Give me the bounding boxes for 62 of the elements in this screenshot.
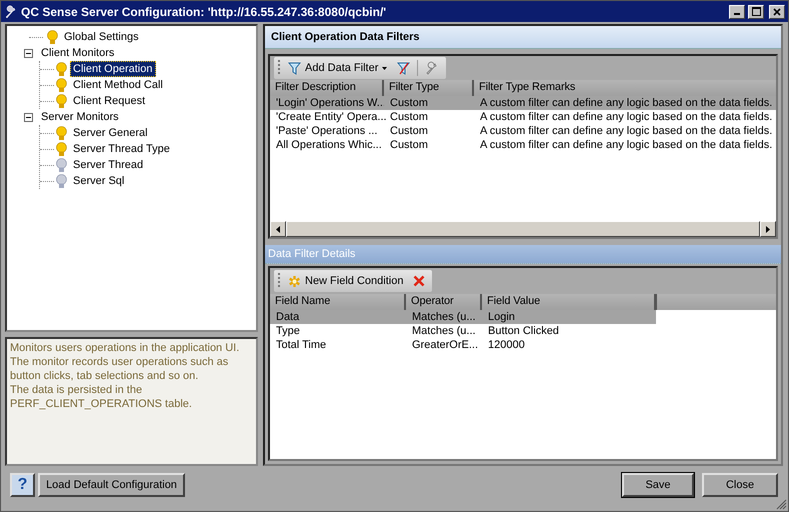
save-button[interactable]: Save xyxy=(622,473,694,497)
funnel-slashed-icon xyxy=(397,62,410,74)
wrench-icon xyxy=(425,61,440,75)
add-data-filter-button[interactable]: Add Data Filter xyxy=(285,58,390,78)
table-cell-text: 'Create Entity' Opera... xyxy=(275,110,384,124)
tree-item[interactable]: Server Thread Type xyxy=(70,141,173,157)
tree-item[interactable]: Client Method Call xyxy=(70,77,166,93)
minimize-button[interactable] xyxy=(729,4,745,18)
close-dialog-button[interactable]: Close xyxy=(702,473,778,497)
horizontal-scrollbar[interactable] xyxy=(270,221,776,237)
tree-item[interactable]: Server General xyxy=(70,125,151,141)
panel-title: Client Operation Data Filters xyxy=(265,26,781,49)
tree-item[interactable]: Client Request xyxy=(70,93,148,109)
table-cell: Login xyxy=(482,310,656,324)
window-title: QC Sense Server Configuration: 'http://16.55.247.36:8080/qcbin/' xyxy=(21,4,388,18)
funnel-icon xyxy=(288,62,301,74)
table-cell-text: Type xyxy=(275,324,301,338)
table-cell-text: GreaterOrE... xyxy=(411,338,480,352)
caret-icon xyxy=(382,66,388,70)
tree-item[interactable]: Server Monitors xyxy=(38,109,122,125)
close-icon xyxy=(773,8,781,16)
toolbar-grip-icon xyxy=(278,59,281,77)
table-cell-text: 'Paste' Operations ... xyxy=(275,124,378,138)
description-text: Monitors users operations in the application UI. xyxy=(10,341,240,355)
table-cell-text: Custom xyxy=(389,110,429,124)
collapse-toggle[interactable] xyxy=(24,112,33,122)
table-cell-text: A custom filter can define any logic based on the data fields. xyxy=(479,110,774,124)
table-cell-text: Custom xyxy=(389,124,429,138)
table-cell: 'Login' Operations W... xyxy=(270,96,384,110)
table-cell-text: A custom filter can define any logic based on the data fields. xyxy=(479,138,774,152)
close-button[interactable] xyxy=(769,4,785,18)
tree-item[interactable]: Client Monitors xyxy=(38,45,118,61)
wrench-icon xyxy=(4,4,18,18)
collapse-toggle[interactable] xyxy=(24,48,33,58)
left-arrow-icon xyxy=(276,226,280,232)
table-cell: Matches (u... xyxy=(406,310,482,324)
table-cell: Data xyxy=(270,310,406,324)
toolbar-grip-icon xyxy=(278,272,281,290)
panel-title: Data Filter Details xyxy=(265,245,781,264)
table-cell-text: Button Clicked xyxy=(487,324,560,338)
tree-item[interactable]: Global Settings xyxy=(61,29,142,45)
asterisk-icon xyxy=(288,274,301,288)
tree-item[interactable]: Client Operation xyxy=(70,61,156,77)
description-text: The monitor records user operations such as button clicks, tab selections and so on. xyxy=(10,355,230,383)
table-cell: A custom filter can define any logic based on the data fields. xyxy=(474,96,776,110)
help-button[interactable]: ? xyxy=(10,473,35,497)
tree-item[interactable]: Server Thread xyxy=(70,157,146,173)
delete-icon xyxy=(413,275,426,287)
table-cell-text: 120000 xyxy=(487,338,526,352)
table-cell: Custom xyxy=(384,96,474,110)
maximize-icon xyxy=(752,7,760,16)
table-cell-text: Custom xyxy=(389,138,429,152)
new-field-condition-button[interactable]: New Field Condition xyxy=(285,271,406,291)
right-arrow-icon xyxy=(766,226,770,232)
description-text: The data is persisted in the PERF_CLIENT_OPERATIONS table. xyxy=(10,383,193,411)
table-cell-text: Total Time xyxy=(275,338,328,352)
table-cell-text: A custom filter can define any logic based on the data fields. xyxy=(479,124,774,138)
table-cell-text: All Operations Whic... xyxy=(275,138,383,152)
maximize-button[interactable] xyxy=(748,4,764,18)
load-default-button[interactable]: Load Default Configuration xyxy=(38,473,185,497)
table-cell-text: Matches (u... xyxy=(411,324,477,338)
tree-item[interactable]: Server Sql xyxy=(70,173,128,189)
